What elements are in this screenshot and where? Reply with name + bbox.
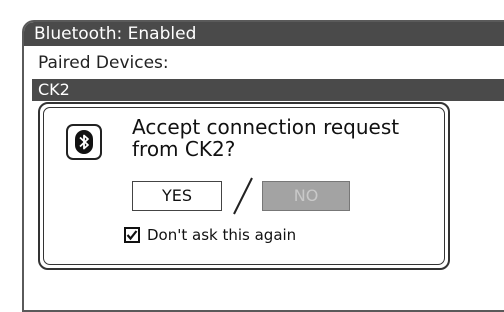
yes-button[interactable]: YES	[132, 181, 222, 211]
message-line-1: Accept connection request	[132, 115, 400, 139]
connection-request-message: Accept connection request from CK2?	[132, 116, 432, 160]
checkmark-icon	[126, 230, 138, 241]
connection-request-dialog: Accept connection request from CK2? YES …	[38, 102, 450, 270]
button-separator-slash	[233, 177, 253, 215]
no-button[interactable]: NO	[262, 181, 350, 211]
bluetooth-icon	[66, 124, 102, 160]
bluetooth-status-title: Bluetooth: Enabled	[24, 22, 504, 46]
device-name: CK2	[38, 80, 70, 99]
paired-devices-label: Paired Devices:	[38, 53, 169, 73]
dont-ask-again-checkbox[interactable]	[124, 227, 140, 243]
message-line-2: from CK2?	[132, 137, 236, 161]
dont-ask-again-label: Don't ask this again	[147, 226, 297, 244]
paired-device-item[interactable]: CK2	[32, 79, 504, 101]
dont-ask-again-option[interactable]: Don't ask this again	[124, 225, 296, 245]
